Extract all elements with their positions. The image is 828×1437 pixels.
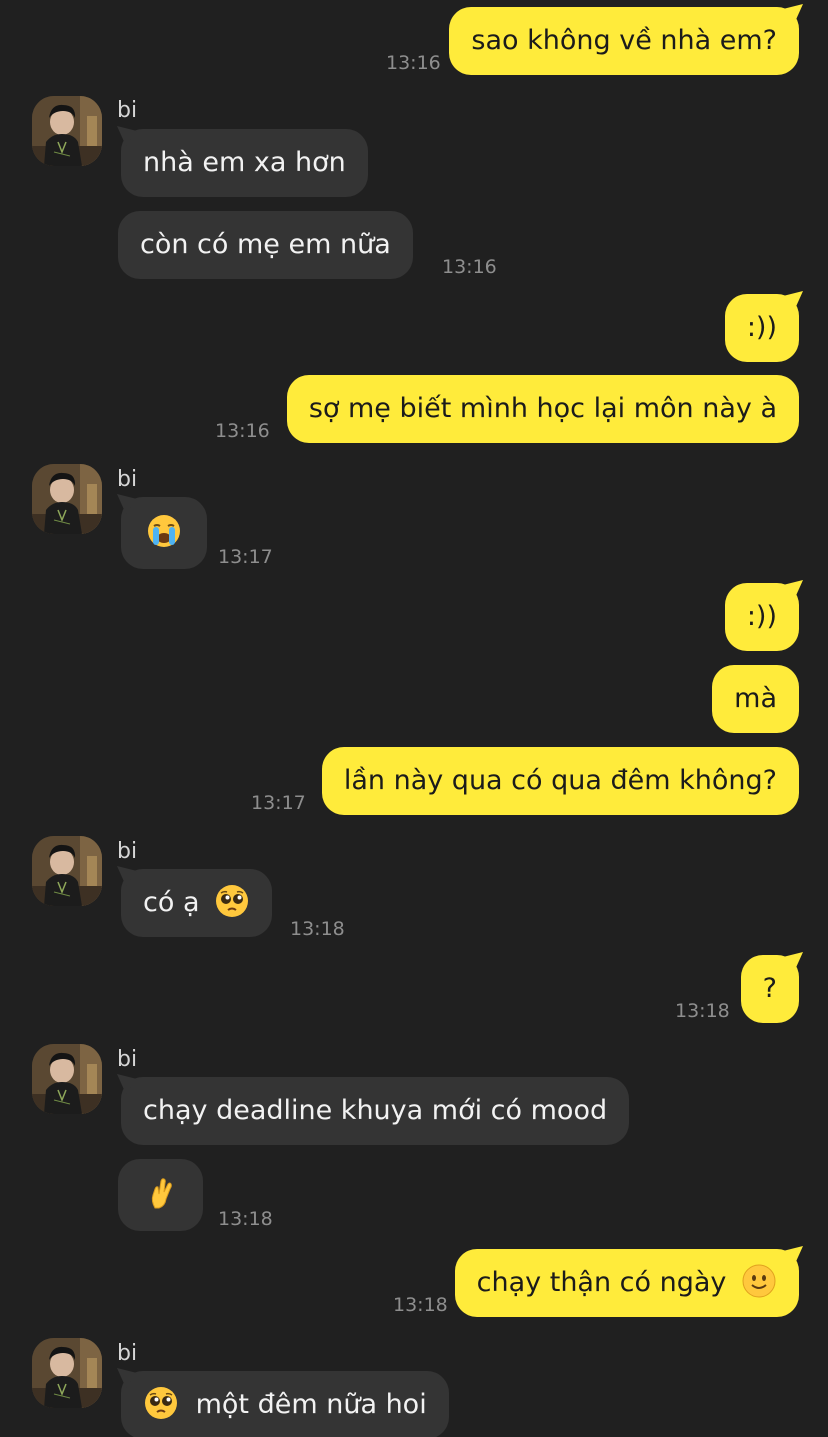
outgoing-message-bubble[interactable]: ?: [740, 955, 799, 1023]
incoming-message-bubble[interactable]: có ạ: [121, 869, 273, 937]
pleading-face-emoji: [214, 883, 250, 919]
outgoing-message-bubble[interactable]: sao không về nhà em?: [449, 7, 799, 75]
contact-avatar[interactable]: [32, 836, 102, 906]
contact-name: bi: [117, 1047, 138, 1072]
chat-thread: 13:16 sao không về nhà em? bi nhà em xa …: [0, 0, 828, 1437]
incoming-message-bubble[interactable]: [121, 497, 207, 569]
pleading-face-emoji: [143, 1385, 179, 1421]
outgoing-message-bubble[interactable]: mà: [712, 665, 799, 733]
contact-avatar[interactable]: [32, 1044, 102, 1114]
contact-name: bi: [117, 839, 138, 864]
incoming-message-bubble[interactable]: một đêm nữa hoi: [121, 1371, 449, 1437]
message-timestamp: 13:17: [251, 792, 306, 814]
contact-name: bi: [117, 467, 138, 492]
incoming-message-bubble[interactable]: còn có mẹ em nữa: [118, 211, 413, 279]
message-timestamp: 13:17: [218, 546, 273, 568]
message-timestamp: 13:16: [215, 420, 270, 442]
outgoing-message-bubble[interactable]: :)): [724, 294, 799, 362]
message-timestamp: 13:18: [393, 1294, 448, 1316]
contact-avatar[interactable]: [32, 1338, 102, 1408]
contact-avatar[interactable]: [32, 464, 102, 534]
contact-name: bi: [117, 1341, 138, 1366]
incoming-message-bubble[interactable]: [118, 1159, 203, 1231]
message-timestamp: 13:16: [386, 52, 441, 74]
message-timestamp: 13:18: [290, 918, 345, 940]
message-timestamp: 13:18: [218, 1208, 273, 1230]
loudly-crying-face-emoji: [146, 513, 182, 549]
outgoing-message-bubble[interactable]: lần này qua có qua đêm không?: [321, 747, 799, 815]
outgoing-message-bubble[interactable]: sợ mẹ biết mình học lại môn này à: [286, 375, 799, 443]
outgoing-message-bubble[interactable]: chạy thận có ngày: [454, 1249, 799, 1317]
message-text: một đêm nữa hoi: [195, 1389, 427, 1420]
incoming-message-bubble[interactable]: chạy deadline khuya mới có mood: [121, 1077, 630, 1145]
incoming-message-bubble[interactable]: nhà em xa hơn: [121, 129, 368, 197]
message-timestamp: 13:16: [442, 256, 497, 278]
outgoing-message-bubble[interactable]: :)): [724, 583, 799, 651]
contact-avatar[interactable]: [32, 96, 102, 166]
message-text: chạy thận có ngày: [476, 1267, 727, 1298]
crossed-fingers-emoji: [143, 1175, 179, 1211]
message-text: có ạ: [143, 887, 200, 918]
slightly-smiling-face-emoji: [741, 1263, 777, 1299]
message-timestamp: 13:18: [675, 1000, 730, 1022]
contact-name: bi: [117, 98, 138, 123]
